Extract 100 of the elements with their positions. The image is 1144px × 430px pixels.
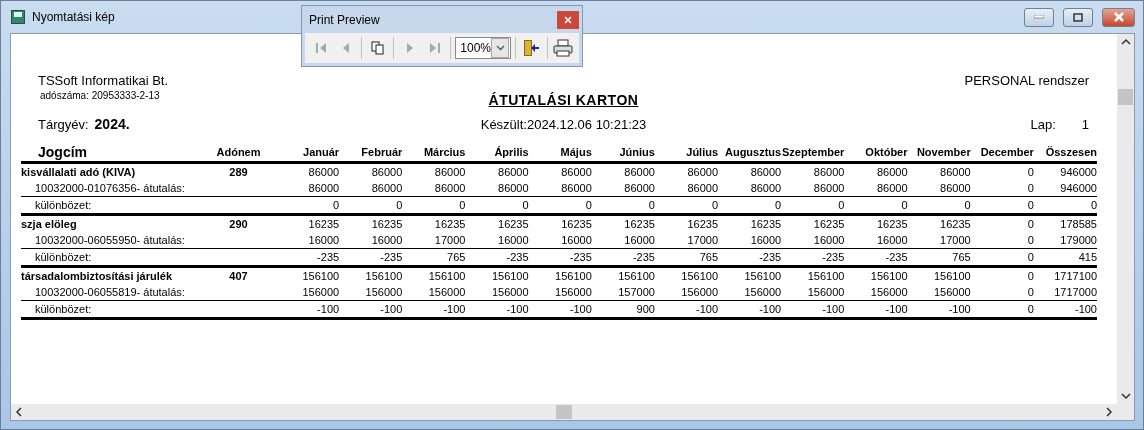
table-cell: 156000 <box>907 284 971 301</box>
table-cell-text: 16235 <box>939 217 971 232</box>
vertical-scrollbar[interactable] <box>1117 34 1134 404</box>
table-cell: 0 <box>781 197 845 216</box>
table-cell: -100 <box>465 301 529 320</box>
table-cell: 16000 <box>718 232 782 249</box>
table-cell: 157000 <box>591 284 655 301</box>
table-cell: 0 <box>970 249 1034 268</box>
table-cell: 0 <box>528 197 592 216</box>
table-cell-text: 16235 <box>623 217 655 232</box>
table-cell-text: 86000 <box>623 165 655 180</box>
table-cell-text: 86000 <box>560 165 592 180</box>
table-cell-text: 156100 <box>427 269 466 284</box>
table-cell-text: 86000 <box>433 165 466 180</box>
tax-type-name: szja elöleg <box>21 217 78 232</box>
table-cell: 16000 <box>276 232 340 249</box>
table-cell-text: 86000 <box>686 165 719 180</box>
table-cell: 86000 <box>339 180 403 197</box>
table-cell: 86000 <box>718 180 782 197</box>
column-header: December <box>970 144 1034 164</box>
table-cell: 415 <box>1033 249 1097 268</box>
close-button[interactable] <box>1102 7 1135 27</box>
last-page-icon <box>428 41 441 55</box>
table-cell: 156000 <box>781 284 845 301</box>
table-cell: 16000 <box>781 232 845 249</box>
column-header: November <box>907 144 971 164</box>
table-cell-text: 1717100 <box>1053 269 1097 284</box>
table-cell: 0 <box>970 232 1034 249</box>
transfer-label: 10032000-01076356- átutalás: <box>21 180 276 197</box>
table-cell: 17000 <box>654 232 719 249</box>
column-header: Jogcím <box>21 144 201 164</box>
toolbar-title: Print Preview <box>309 13 380 27</box>
table-cell-text: 16235 <box>875 217 908 232</box>
scroll-thumb[interactable] <box>556 405 572 419</box>
year-label: Tárgyév: <box>38 117 89 132</box>
table-cell: 0 <box>591 197 655 216</box>
table-cell: 86000 <box>844 180 908 197</box>
table-cell: 86000 <box>591 180 655 197</box>
table-cell-text: 16235 <box>370 217 403 232</box>
scroll-up-icon[interactable] <box>1120 38 1131 45</box>
table-cell: -235 <box>339 249 403 268</box>
table-cell: -235 <box>528 249 592 268</box>
table-cell: 765 <box>402 249 466 268</box>
table-cell-text: 0 <box>1026 269 1034 284</box>
table-cell: -235 <box>465 249 529 268</box>
table-cell: 86000 <box>402 180 466 197</box>
table-cell: -100 <box>339 301 403 320</box>
tax-type-name: kisvállalati adó (KIVA) <box>21 165 137 180</box>
minimize-icon <box>1034 15 1044 19</box>
table-cell-text: 0 <box>1026 165 1034 180</box>
table-cell-text: 16235 <box>307 217 340 232</box>
column-header: Május <box>528 144 592 164</box>
table-cell-text: 86000 <box>939 165 971 180</box>
transfer-label: 10032000-06055819- átutalás: <box>21 284 276 301</box>
column-header: Március <box>402 144 466 164</box>
table-cell-text: 178585 <box>1059 217 1097 232</box>
column-header: Október <box>844 144 908 164</box>
table-cell: -100 <box>528 301 592 320</box>
app-icon <box>11 10 25 24</box>
table-cell-text: 16235 <box>812 217 845 232</box>
scroll-thumb[interactable] <box>1118 89 1133 105</box>
maximize-icon <box>1073 12 1083 22</box>
table-cell-text: 156100 <box>806 269 845 284</box>
table-cell: 156000 <box>402 284 466 301</box>
zoom-dropdown[interactable]: 100% <box>455 37 511 59</box>
table-cell-text: 0 <box>1026 217 1034 232</box>
next-page-icon <box>404 41 415 55</box>
year-value: 2024. <box>94 116 130 132</box>
page-number: 1 <box>1081 117 1089 132</box>
print-button[interactable] <box>551 36 576 60</box>
table-cell: 17000 <box>907 232 971 249</box>
table-cell-text: 86000 <box>875 165 908 180</box>
horizontal-scrollbar[interactable] <box>11 404 1134 420</box>
table-cell: -100 <box>844 301 908 320</box>
column-header: Június <box>591 144 655 164</box>
table-cell: 1717000 <box>1033 284 1097 301</box>
table-cell: 86000 <box>907 180 971 197</box>
table-cell: -235 <box>781 249 845 268</box>
table-cell-text: 86000 <box>812 165 845 180</box>
table-cell: -100 <box>907 301 971 320</box>
table-cell: 156000 <box>276 284 340 301</box>
scroll-left-icon[interactable] <box>15 407 22 417</box>
table-cell: 0 <box>276 197 340 216</box>
table-cell: -100 <box>402 301 466 320</box>
table-cell: -235 <box>276 249 340 268</box>
tax-type-name: társadalombiztosítási járulék <box>21 269 173 284</box>
table-cell: 0 <box>402 197 466 216</box>
close-button[interactable] <box>557 11 579 29</box>
table-cell-text: 156100 <box>490 269 529 284</box>
table-cell: 86000 <box>276 180 340 197</box>
column-header: Február <box>339 144 403 164</box>
table-cell: 0 <box>465 197 529 216</box>
table-cell: 900 <box>591 301 655 320</box>
table-cell: -235 <box>844 249 908 268</box>
scroll-right-icon[interactable] <box>1106 407 1113 417</box>
maximize-button[interactable] <box>1063 7 1093 27</box>
table-cell: 16000 <box>465 232 529 249</box>
minimize-button[interactable] <box>1024 7 1054 27</box>
table-cell-text: 86000 <box>749 165 782 180</box>
scroll-down-icon[interactable] <box>1120 393 1131 400</box>
